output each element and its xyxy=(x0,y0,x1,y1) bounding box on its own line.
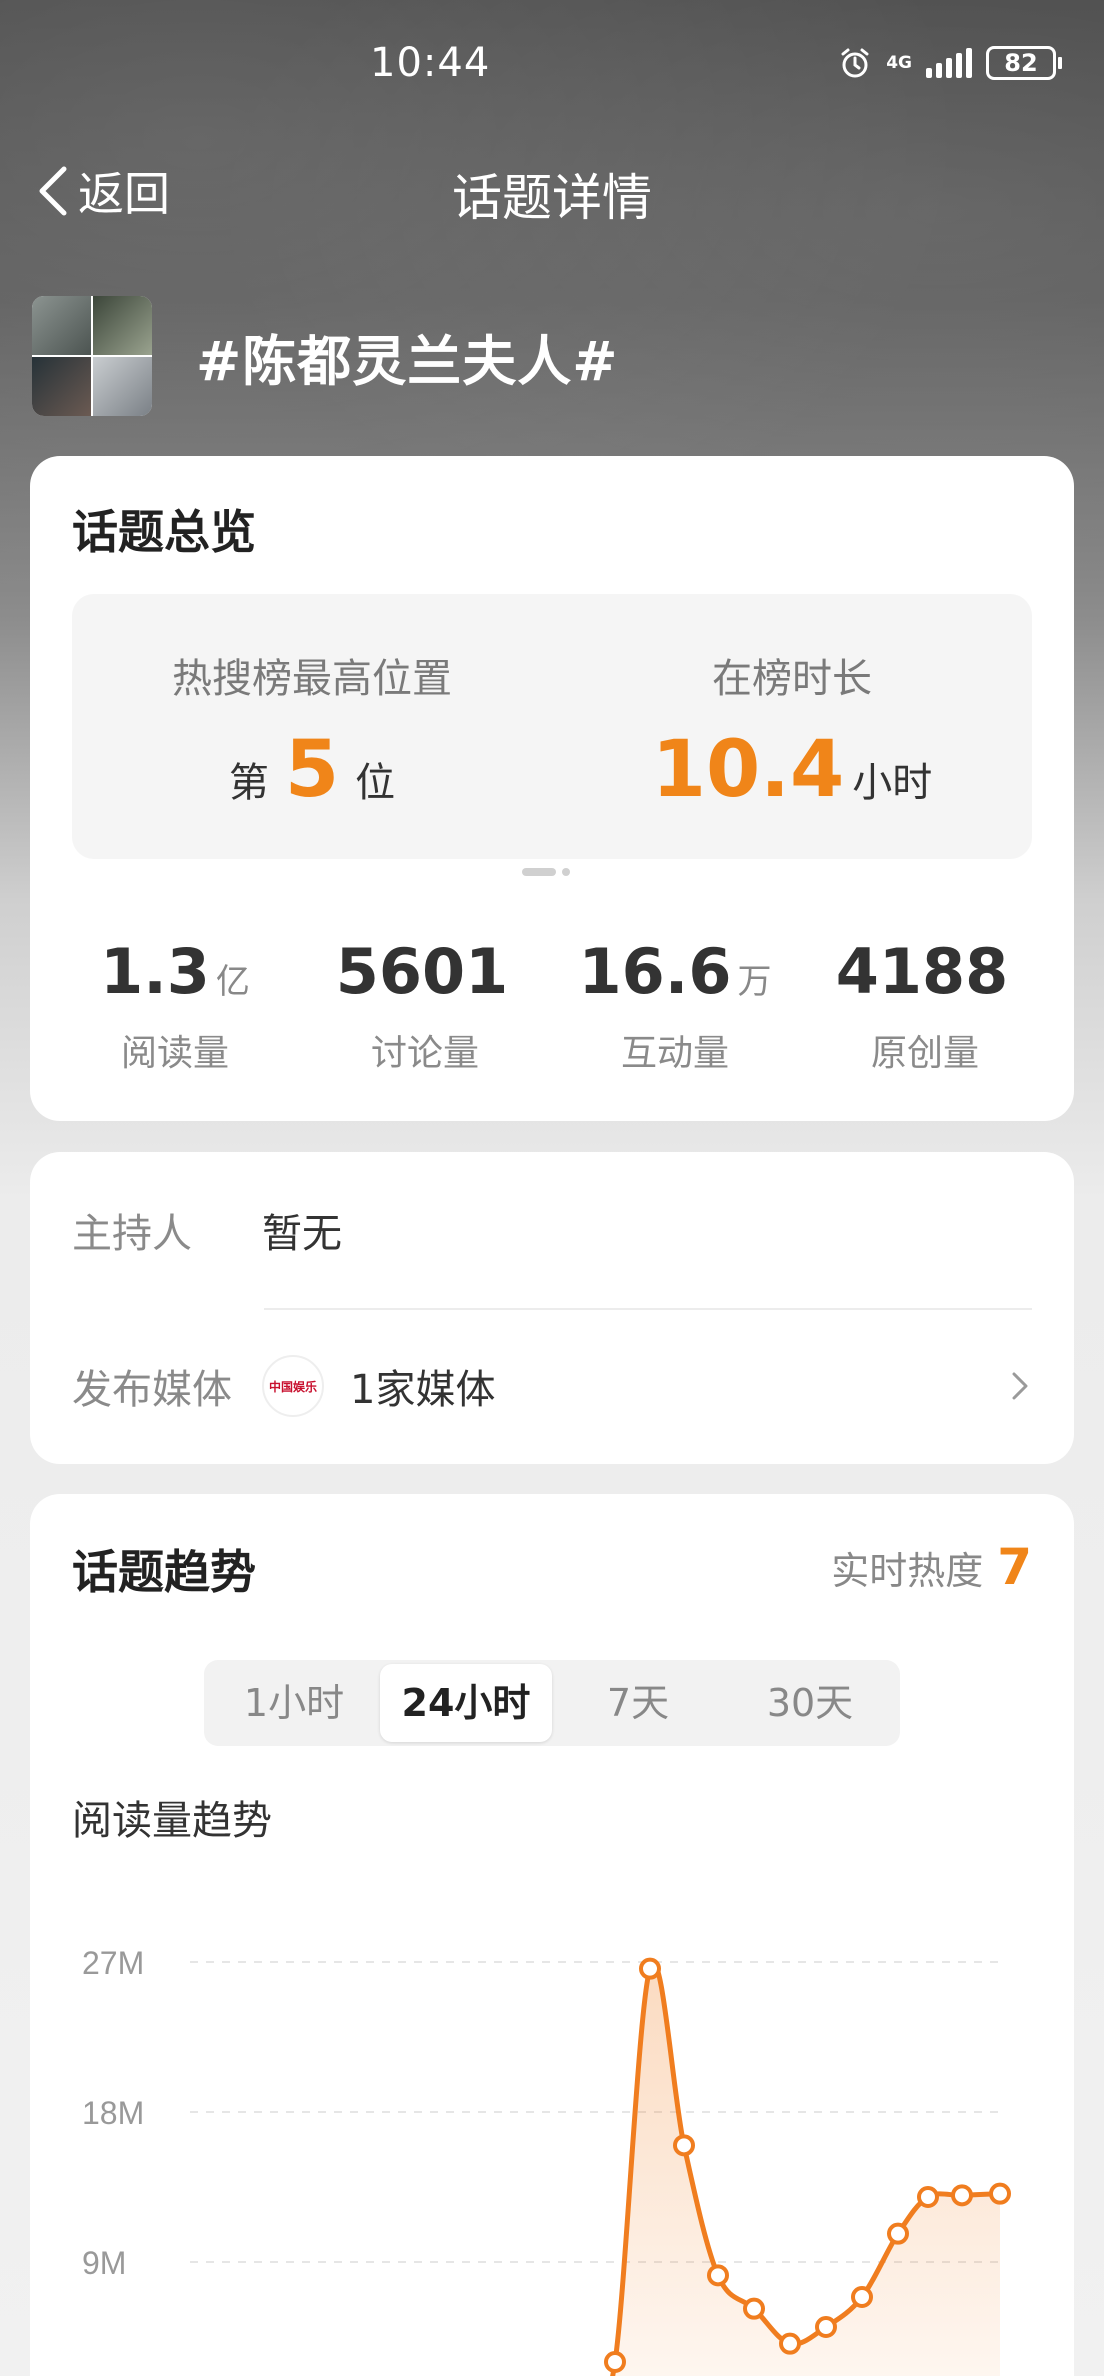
rank-value: 5 xyxy=(284,725,340,815)
y-tick-label: 18M xyxy=(82,2095,144,2131)
stat-value: 5601 xyxy=(335,935,509,1008)
media-label: 发布媒体 xyxy=(72,1367,232,1413)
data-point xyxy=(707,2264,729,2287)
chart-duration: 在榜时长 10.4 小时 xyxy=(552,646,1032,810)
overview-title: 话题总览 xyxy=(72,505,256,559)
topic-header: #陈都灵兰夫人# xyxy=(32,296,619,416)
data-point xyxy=(639,1957,661,1980)
stat-unit: 万 xyxy=(737,962,772,1002)
stat-interactions: 16.6 万 互动量 xyxy=(550,936,800,1076)
stat-value: 4188 xyxy=(835,935,1009,1008)
stat-originals: 4188 原创量 xyxy=(800,936,1050,1076)
host-row: 主持人 暂无 xyxy=(72,1192,1032,1268)
trend-card: 话题趋势 实时热度 7 1小时 24小时 7天 30天 阅读量趋势 27M 18M… xyxy=(30,1494,1074,2376)
chevron-right-icon xyxy=(1012,1372,1028,1400)
rank-suffix: 位 xyxy=(355,760,396,806)
duration-value: 10.4 xyxy=(651,725,845,815)
media-logo-icon: 中国娱乐 xyxy=(262,1355,324,1417)
realtime-heat: 实时热度 7 xyxy=(831,1538,1032,1596)
tab-7d[interactable]: 7天 xyxy=(552,1664,724,1742)
status-bar: 10:44 4G 82 xyxy=(0,0,1104,130)
host-value: 暂无 xyxy=(262,1211,342,1257)
series-area xyxy=(612,1963,1000,2376)
highest-rank: 热搜榜最高位置 第 5 位 xyxy=(72,646,552,810)
data-point xyxy=(673,2134,695,2157)
chart-title: 阅读量趋势 xyxy=(72,1798,272,1844)
stat-value: 16.6 xyxy=(578,935,732,1008)
data-point xyxy=(951,2184,973,2207)
heat-label: 实时热度 xyxy=(831,1549,984,1593)
data-point xyxy=(815,2316,837,2338)
stat-label: 互动量 xyxy=(620,1033,729,1074)
highest-rank-label: 热搜榜最高位置 xyxy=(172,656,452,702)
signal-icon xyxy=(926,48,972,78)
stats-row: 1.3 亿 阅读量 5601 讨论量 16.6 万 互动量 4188 原创量 xyxy=(30,936,1074,1076)
battery-level: 82 xyxy=(986,46,1056,80)
media-row[interactable]: 发布媒体 中国娱乐 1家媒体 xyxy=(72,1348,1032,1424)
y-tick-label: 27M xyxy=(82,1945,144,1981)
page-indicator xyxy=(522,868,570,876)
page-title: 话题详情 xyxy=(452,169,652,227)
data-point xyxy=(917,2186,939,2208)
rank-prefix: 第 xyxy=(228,760,269,806)
divider xyxy=(264,1308,1032,1310)
status-icons: 4G 82 xyxy=(838,46,1062,80)
data-point xyxy=(887,2222,909,2245)
data-point xyxy=(743,2297,765,2320)
rank-box[interactable]: 热搜榜最高位置 第 5 位 在榜时长 10.4 小时 xyxy=(72,594,1032,859)
read-trend-chart[interactable]: 27M 18M 9M xyxy=(30,1874,1074,2376)
stat-reads: 1.3 亿 阅读量 xyxy=(50,936,300,1076)
trend-title: 话题趋势 xyxy=(72,1545,256,1599)
data-point xyxy=(851,2286,873,2308)
screen: 10:44 4G 82 返回 话题详情 #陈都灵兰夫人# 话题总览 热搜榜最高位… xyxy=(0,0,1104,2376)
duration-label: 在榜时长 xyxy=(712,656,872,702)
host-label: 主持人 xyxy=(72,1211,192,1257)
duration-unit: 小时 xyxy=(852,760,933,806)
time-range-tabs: 1小时 24小时 7天 30天 xyxy=(204,1660,900,1746)
nav-bar: 返回 话题详情 xyxy=(0,140,1104,230)
network-type: 4G xyxy=(886,53,912,73)
stat-discussions: 5601 讨论量 xyxy=(300,936,550,1076)
alarm-icon xyxy=(838,46,872,80)
stat-unit: 亿 xyxy=(215,962,250,1002)
stat-label: 原创量 xyxy=(870,1033,979,1074)
status-time: 10:44 xyxy=(370,40,491,86)
data-point xyxy=(779,2332,801,2355)
tab-1h[interactable]: 1小时 xyxy=(208,1664,380,1742)
overview-card: 话题总览 热搜榜最高位置 第 5 位 在榜时长 10.4 小时 1.3 亿 阅读… xyxy=(30,456,1074,1121)
topic-name: #陈都灵兰夫人# xyxy=(196,329,619,393)
heat-value: 7 xyxy=(997,1538,1032,1596)
tab-24h[interactable]: 24小时 xyxy=(380,1664,552,1742)
stat-label: 阅读量 xyxy=(120,1033,229,1074)
topic-thumbnail[interactable] xyxy=(32,296,152,416)
stat-value: 1.3 xyxy=(100,935,210,1008)
media-value: 1家媒体 xyxy=(350,1367,496,1413)
data-point xyxy=(604,2351,626,2373)
y-tick-label: 9M xyxy=(82,2245,126,2281)
data-point xyxy=(989,2182,1011,2205)
tab-30d[interactable]: 30天 xyxy=(724,1664,896,1742)
info-card: 主持人 暂无 发布媒体 中国娱乐 1家媒体 xyxy=(30,1152,1074,1464)
stat-label: 讨论量 xyxy=(370,1033,479,1074)
battery-icon: 82 xyxy=(986,46,1062,80)
